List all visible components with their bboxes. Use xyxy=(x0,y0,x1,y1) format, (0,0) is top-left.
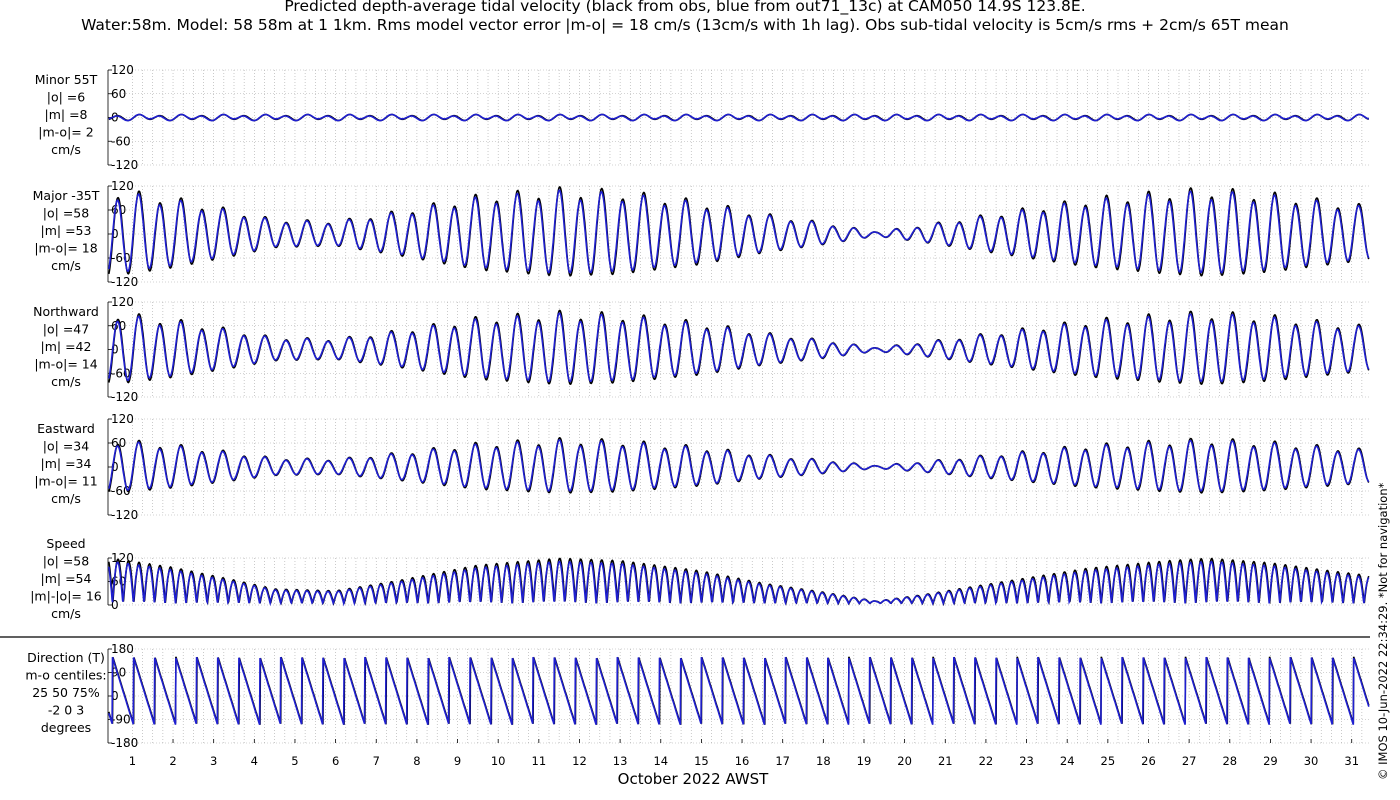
series-model-east xyxy=(108,439,1370,492)
panel-label-speed: |m|-|o|= 16 xyxy=(30,589,102,604)
panel-label-north: |o| =47 xyxy=(43,322,89,337)
x-tick-label: 15 xyxy=(694,754,709,768)
panel-label-major: Major -35T xyxy=(33,188,100,203)
x-tick-label: 9 xyxy=(454,754,461,768)
grid-direction xyxy=(108,648,1370,744)
x-tick-label: 6 xyxy=(332,754,339,768)
panel-label-north: cm/s xyxy=(51,374,81,389)
x-tick-label: 23 xyxy=(1019,754,1034,768)
panel-label-speed: |o| =58 xyxy=(43,554,89,569)
x-tick-label: 18 xyxy=(816,754,831,768)
x-tick-label: 8 xyxy=(413,754,420,768)
x-tick-label: 5 xyxy=(291,754,298,768)
x-tick-label: 11 xyxy=(532,754,547,768)
panel-label-east: Eastward xyxy=(37,421,95,436)
y-tick-label-north: -120 xyxy=(111,390,138,404)
y-tick-label-speed: 120 xyxy=(111,551,134,565)
panel-label-east: |m-o|= 11 xyxy=(34,474,97,489)
panel-label-north: |m| =42 xyxy=(41,339,92,354)
x-tick-label: 3 xyxy=(210,754,217,768)
x-tick-label: 24 xyxy=(1060,754,1075,768)
panel-label-north: Northward xyxy=(33,304,99,319)
y-tick-label-north: 120 xyxy=(111,295,134,309)
panel-label-major: |m| =53 xyxy=(41,223,92,238)
panel-label-speed: |m| =54 xyxy=(41,571,92,586)
x-tick-label: 21 xyxy=(938,754,953,768)
x-tick-label: 17 xyxy=(775,754,790,768)
x-tick-label: 29 xyxy=(1263,754,1278,768)
panel-label-major: cm/s xyxy=(51,258,81,273)
x-tick-label: 2 xyxy=(169,754,176,768)
x-tick-label: 14 xyxy=(653,754,668,768)
y-tick-label-minor: -60 xyxy=(111,134,131,148)
panel-label-minor: |m-o|= 2 xyxy=(38,125,93,140)
x-tick-label: 19 xyxy=(857,754,872,768)
series-model-north xyxy=(108,312,1370,383)
x-tick-label: 26 xyxy=(1141,754,1156,768)
y-tick-label-direction: -180 xyxy=(111,736,138,750)
series-model-direction xyxy=(108,656,1370,725)
y-tick-label-minor: 60 xyxy=(111,87,126,101)
panel-label-minor: cm/s xyxy=(51,142,81,157)
tidal-velocity-chart: 120600-60-120Minor 55T|o| =6|m| =8|m-o|=… xyxy=(0,63,1370,788)
x-tick-label: 22 xyxy=(979,754,994,768)
x-tick-label: 10 xyxy=(491,754,506,768)
panel-label-minor: |m| =8 xyxy=(45,107,88,122)
x-tick-label: 31 xyxy=(1344,754,1359,768)
x-tick-label: 1 xyxy=(129,754,136,768)
y-tick-label-direction: 180 xyxy=(111,642,134,656)
panel-label-speed: Speed xyxy=(46,536,85,551)
panel-label-east: cm/s xyxy=(51,491,81,506)
series-obs-east xyxy=(108,437,1370,494)
panel-label-major: |o| =58 xyxy=(43,206,89,221)
panel-label-minor: Minor 55T xyxy=(35,72,98,87)
panel-label-minor: |o| =6 xyxy=(47,90,86,105)
panel-label-east: |m| =34 xyxy=(41,456,92,471)
y-tick-label-major: 120 xyxy=(111,179,134,193)
x-tick-label: 13 xyxy=(613,754,628,768)
panel-label-direction: m-o centiles: xyxy=(25,668,106,683)
panel-label-major: |m-o|= 18 xyxy=(34,241,97,256)
series-model-major xyxy=(108,189,1370,274)
grid-minor xyxy=(108,69,1370,166)
y-tick-label-major: -120 xyxy=(111,275,138,289)
x-tick-label: 12 xyxy=(572,754,587,768)
x-tick-label: 30 xyxy=(1304,754,1319,768)
panel-label-east: |o| =34 xyxy=(43,439,89,454)
x-axis-label: October 2022 AWST xyxy=(618,770,770,788)
panel-label-direction: Direction (T) xyxy=(27,650,105,665)
panel-label-direction: -2 0 3 xyxy=(48,703,84,718)
x-tick-label: 25 xyxy=(1101,754,1116,768)
x-tick-label: 4 xyxy=(251,754,258,768)
panel-label-north: |m-o|= 14 xyxy=(34,357,97,372)
x-tick-label: 20 xyxy=(897,754,912,768)
x-tick-label: 27 xyxy=(1182,754,1197,768)
y-tick-label-north: -60 xyxy=(111,366,131,380)
y-tick-label-direction: -90 xyxy=(111,713,131,727)
y-tick-label-major: -60 xyxy=(111,251,131,265)
panel-label-speed: cm/s xyxy=(51,606,81,621)
y-tick-label-minor: 120 xyxy=(111,63,134,77)
x-tick-label: 16 xyxy=(735,754,750,768)
panel-label-direction: 25 50 75% xyxy=(32,685,100,700)
grid-east xyxy=(108,418,1370,516)
x-tick-label: 28 xyxy=(1222,754,1237,768)
y-tick-label-east: -120 xyxy=(111,508,138,522)
y-tick-label-east: 120 xyxy=(111,412,134,426)
y-tick-label-minor: -120 xyxy=(111,158,138,172)
x-tick-label: 7 xyxy=(373,754,380,768)
panel-label-direction: degrees xyxy=(41,720,91,735)
series-model-speed xyxy=(108,560,1370,607)
series-obs-major xyxy=(108,186,1370,277)
